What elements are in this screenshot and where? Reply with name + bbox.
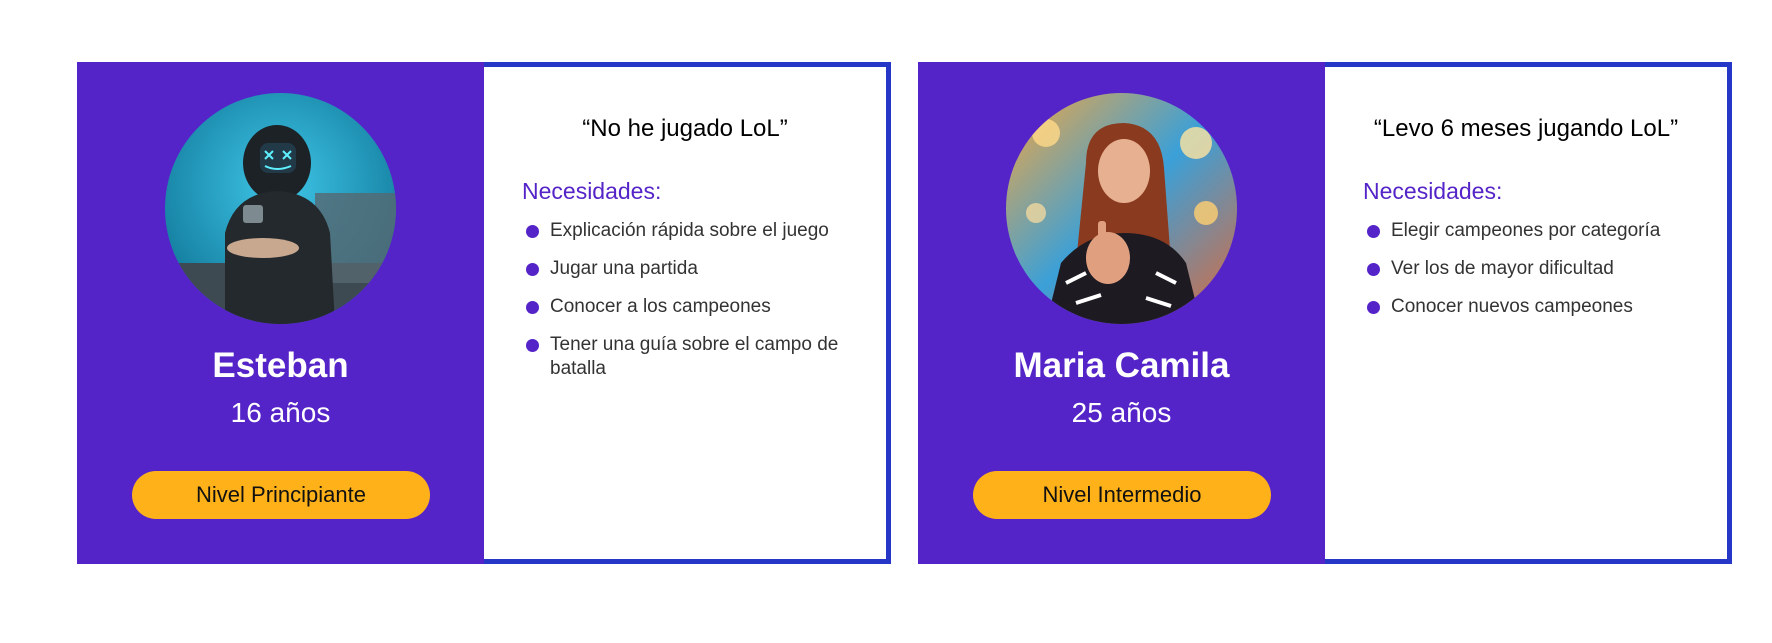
list-item: Ver los de mayor dificultad [1363, 257, 1693, 281]
bullet-icon [1367, 225, 1380, 238]
bullet-icon [526, 301, 539, 314]
need-text: Ver los de mayor dificultad [1391, 258, 1614, 279]
bullet-icon [1367, 301, 1380, 314]
persona-name: Maria Camila [1013, 346, 1230, 385]
persona-card-esteban: Esteban 16 años Nivel Principiante “No h… [77, 62, 891, 564]
list-item: Jugar una partida [522, 257, 852, 281]
need-text: Conocer a los campeones [550, 296, 771, 317]
list-item: Conocer a los campeones [522, 295, 852, 319]
need-text: Explicación rápida sobre el juego [550, 220, 829, 241]
needs-heading: Necesidades: [522, 178, 662, 204]
bullet-icon [1367, 263, 1380, 276]
persona-quote: “Levo 6 meses jugando LoL” [1373, 115, 1679, 142]
level-badge: Nivel Intermedio [973, 471, 1271, 519]
persona-age: 16 años [230, 397, 331, 428]
persona-profile-panel: Maria Camila 25 años Nivel Intermedio [918, 62, 1325, 564]
avatar-photo [165, 93, 396, 324]
list-item: Elegir campeones por categoría [1363, 219, 1693, 243]
need-text: Tener una guía sobre el campo de batalla [550, 334, 839, 379]
needs-list: Explicación rápida sobre el juego Jugar … [522, 219, 852, 395]
list-item: Explicación rápida sobre el juego [522, 219, 852, 243]
need-text: Jugar una partida [550, 258, 698, 279]
need-text: Elegir campeones por categoría [1391, 220, 1661, 241]
persona-card-maria-camila: Maria Camila 25 años Nivel Intermedio “L… [918, 62, 1732, 564]
needs-list: Elegir campeones por categoría Ver los d… [1363, 219, 1693, 333]
persona-name: Esteban [212, 346, 349, 385]
persona-profile-panel: Esteban 16 años Nivel Principiante [77, 62, 484, 564]
list-item: Conocer nuevos campeones [1363, 295, 1693, 319]
persona-details-panel: “No he jugado LoL” Necesidades: Explicac… [484, 62, 891, 564]
bullet-icon [526, 339, 539, 352]
avatar-photo [1006, 93, 1237, 324]
bullet-icon [526, 225, 539, 238]
list-item: Tener una guía sobre el campo de batalla [522, 333, 852, 381]
bullet-icon [526, 263, 539, 276]
persona-quote: “No he jugado LoL” [582, 115, 788, 142]
persona-details-panel: “Levo 6 meses jugando LoL” Necesidades: … [1325, 62, 1732, 564]
level-badge: Nivel Principiante [132, 471, 430, 519]
needs-heading: Necesidades: [1363, 178, 1503, 204]
persona-age: 25 años [1071, 397, 1172, 428]
need-text: Conocer nuevos campeones [1391, 296, 1633, 317]
